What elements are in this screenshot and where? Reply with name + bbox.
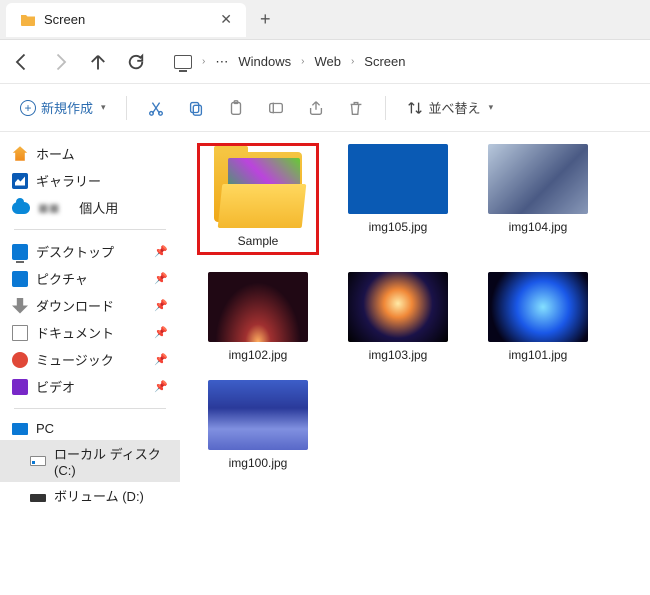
pin-icon: 📌 [154,380,168,393]
download-icon [12,298,28,314]
close-icon[interactable]: ✕ [220,11,232,28]
tab-current[interactable]: Screen ✕ [6,3,246,37]
toolbar: + 新規作成 ▾ 並べ替え ▾ [0,84,650,132]
divider [126,96,127,120]
file-item-img104[interactable]: img104.jpg [478,144,598,254]
new-tab-button[interactable]: + [260,9,271,30]
chevron-right-icon: › [301,56,304,67]
desktop-icon [12,244,28,260]
pc-icon [12,423,28,435]
paste-button[interactable] [219,95,253,121]
sort-button[interactable]: 並べ替え ▾ [398,94,502,121]
folder-item-sample[interactable]: Sample [198,144,318,254]
image-thumbnail [208,380,308,450]
divider [14,408,166,409]
breadcrumb-seg-windows[interactable]: Windows [238,54,291,69]
drive-icon [30,456,46,466]
pin-icon: 📌 [154,299,168,312]
sidebar-item-volume[interactable]: ボリューム (D:) [0,482,180,509]
sidebar-item-desktop[interactable]: デスクトップ📌 [0,238,180,265]
item-label: img100.jpg [229,456,288,470]
pictures-icon [12,271,28,287]
gallery-icon [12,173,28,189]
image-thumbnail [348,144,448,214]
item-label: img104.jpg [509,220,568,234]
share-button[interactable] [299,95,333,121]
file-item-img105[interactable]: img105.jpg [338,144,458,254]
sort-label: 並べ替え [429,98,481,117]
image-thumbnail [348,272,448,342]
chevron-down-icon: ▾ [489,102,494,113]
item-label: Sample [238,234,279,248]
sidebar-item-music[interactable]: ミュージック📌 [0,346,180,373]
cloud-icon [12,202,30,214]
content-pane: Sample img105.jpg img104.jpg img102.jpg … [180,132,650,595]
image-thumbnail [208,272,308,342]
breadcrumb-seg-screen[interactable]: Screen [364,54,405,69]
chevron-right-icon: › [202,56,205,67]
refresh-button[interactable] [126,52,146,72]
file-item-img103[interactable]: img103.jpg [338,272,458,362]
item-label: img105.jpg [369,220,428,234]
pc-icon[interactable] [174,55,192,69]
sidebar-item-pc[interactable]: PC [0,417,180,440]
nav-bar: › ⋯ Windows › Web › Screen [0,40,650,84]
cut-button[interactable] [139,95,173,121]
chevron-right-icon: › [351,56,354,67]
document-icon [12,325,28,341]
breadcrumb-overflow[interactable]: ⋯ [215,54,228,70]
plus-circle-icon: + [20,100,36,116]
music-icon [12,352,28,368]
sidebar-item-pictures[interactable]: ピクチャ📌 [0,265,180,292]
divider [14,229,166,230]
image-thumbnail [488,272,588,342]
breadcrumb: › ⋯ Windows › Web › Screen [174,54,405,70]
new-button[interactable]: + 新規作成 ▾ [12,94,114,121]
tab-title: Screen [44,12,212,27]
item-label: img102.jpg [229,348,288,362]
copy-button[interactable] [179,95,213,121]
sidebar-item-videos[interactable]: ビデオ📌 [0,373,180,400]
item-label: img103.jpg [369,348,428,362]
sort-icon [406,99,424,117]
forward-button[interactable] [50,52,70,72]
sidebar-item-documents[interactable]: ドキュメント📌 [0,319,180,346]
sidebar-item-personal[interactable]: ◼◼ 個人用 [0,194,180,221]
file-item-img102[interactable]: img102.jpg [198,272,318,362]
file-item-img101[interactable]: img101.jpg [478,272,598,362]
tab-bar: Screen ✕ + [0,0,650,40]
pin-icon: 📌 [154,353,168,366]
file-item-img100[interactable]: img100.jpg [198,380,318,470]
new-label: 新規作成 [41,98,93,117]
item-label: img101.jpg [509,348,568,362]
back-button[interactable] [12,52,32,72]
pin-icon: 📌 [154,245,168,258]
video-icon [12,379,28,395]
pin-icon: 📌 [154,272,168,285]
breadcrumb-seg-web[interactable]: Web [314,54,341,69]
divider [385,96,386,120]
sidebar-item-gallery[interactable]: ギャラリー [0,167,180,194]
sidebar-item-downloads[interactable]: ダウンロード📌 [0,292,180,319]
delete-button[interactable] [339,95,373,121]
home-icon [12,146,28,162]
sidebar: ホーム ギャラリー ◼◼ 個人用 デスクトップ📌 ピクチャ📌 ダウンロード📌 ド… [0,132,180,595]
drive-icon [30,494,46,502]
up-button[interactable] [88,52,108,72]
folder-icon [20,12,36,28]
folder-icon [208,148,308,228]
rename-button[interactable] [259,95,293,121]
image-thumbnail [488,144,588,214]
chevron-down-icon: ▾ [101,102,106,113]
sidebar-item-local-disk[interactable]: ローカル ディスク (C:) [0,440,180,482]
pin-icon: 📌 [154,326,168,339]
sidebar-item-home[interactable]: ホーム [0,140,180,167]
